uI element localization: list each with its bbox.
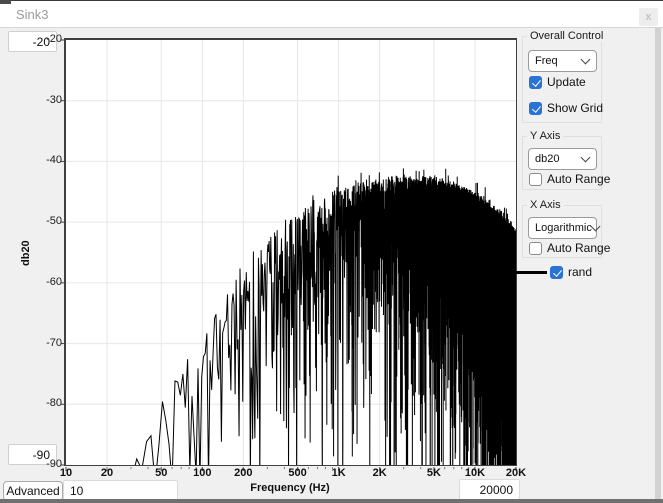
x-auto-range-label: Auto Range bbox=[547, 241, 610, 255]
x-tick-label: 100 bbox=[193, 467, 211, 479]
y-tick-label: -50 bbox=[36, 215, 62, 227]
y-tick-label: -80 bbox=[36, 397, 62, 409]
x-tick-label: 2K bbox=[373, 467, 387, 479]
x-tick-label: 200 bbox=[234, 467, 252, 479]
update-checkbox-label: Update bbox=[547, 75, 586, 89]
checkbox-icon[interactable] bbox=[529, 242, 542, 255]
checkbox-icon[interactable] bbox=[529, 102, 542, 115]
x-tick-label: 50 bbox=[155, 467, 167, 479]
window-bottom-edge bbox=[0, 499, 663, 503]
x-tick-label: 20 bbox=[101, 467, 113, 479]
x-axis-group-title: X Axis bbox=[527, 199, 564, 211]
y-axis-title: db20 bbox=[20, 240, 32, 266]
overall-control-group: Overall Control Freq Update Show Grid bbox=[522, 36, 602, 123]
advanced-button[interactable]: Advanced bbox=[3, 481, 63, 501]
y-auto-range-label: Auto Range bbox=[547, 172, 610, 186]
y-axis-dropdown-value: db20 bbox=[535, 153, 559, 165]
checkbox-icon[interactable] bbox=[529, 173, 542, 186]
y-tick-label: -40 bbox=[36, 154, 62, 166]
y-auto-range-checkbox[interactable]: Auto Range bbox=[529, 172, 610, 186]
y-tick-label: -90 bbox=[36, 458, 62, 470]
x-axis-dropdown-value: Logarithmic bbox=[535, 222, 592, 234]
vertical-scrollbar[interactable] bbox=[655, 28, 661, 499]
y-tick-label: -30 bbox=[36, 94, 62, 106]
window-top-edge bbox=[0, 0, 11, 4]
chevron-down-icon bbox=[581, 153, 591, 163]
x-max-input[interactable] bbox=[459, 479, 520, 500]
checkbox-icon[interactable] bbox=[529, 76, 542, 89]
overall-control-title: Overall Control bbox=[527, 30, 606, 42]
x-tick-label: 500 bbox=[288, 467, 306, 479]
window-title: Sink3 bbox=[16, 7, 49, 22]
x-tick-label: 5K bbox=[427, 467, 441, 479]
y-axis-group-title: Y Axis bbox=[527, 130, 563, 142]
legend-label: rand bbox=[568, 265, 592, 279]
y-axis-dropdown[interactable]: db20 bbox=[528, 148, 597, 170]
show-grid-checkbox[interactable]: Show Grid bbox=[529, 101, 603, 115]
y-axis-group: Y Axis db20 Auto Range bbox=[522, 136, 602, 190]
x-axis-title: Frequency (Hz) bbox=[250, 482, 329, 494]
x-axis-dropdown[interactable]: Logarithmic bbox=[528, 217, 597, 239]
overall-control-dropdown-value: Freq bbox=[535, 55, 558, 67]
plot-area[interactable] bbox=[64, 38, 517, 466]
spectrum-plot bbox=[66, 40, 516, 465]
overall-control-dropdown[interactable]: Freq bbox=[528, 50, 597, 72]
y-tick-label: -70 bbox=[36, 337, 62, 349]
chevron-down-icon bbox=[581, 55, 591, 65]
x-min-input[interactable] bbox=[63, 480, 178, 501]
show-grid-checkbox-label: Show Grid bbox=[547, 101, 603, 115]
close-button[interactable]: x bbox=[639, 8, 658, 26]
titlebar[interactable]: Sink3 x bbox=[0, 0, 663, 28]
legend-line-swatch bbox=[512, 271, 547, 274]
x-auto-range-checkbox[interactable]: Auto Range bbox=[529, 241, 610, 255]
y-tick-label: -60 bbox=[36, 276, 62, 288]
legend-rand: rand bbox=[512, 264, 592, 280]
rand-checkbox[interactable] bbox=[550, 266, 563, 279]
x-tick-label: 10K bbox=[465, 467, 485, 479]
update-checkbox[interactable]: Update bbox=[529, 75, 586, 89]
x-axis-group: X Axis Logarithmic Auto Range bbox=[522, 205, 602, 258]
x-tick-label: 20K bbox=[506, 467, 526, 479]
y-tick-label: -20 bbox=[36, 33, 62, 45]
sink-window: Sink3 x db20 Frequency (Hz) Advanced Ove… bbox=[0, 0, 663, 503]
x-tick-label: 1K bbox=[332, 467, 346, 479]
